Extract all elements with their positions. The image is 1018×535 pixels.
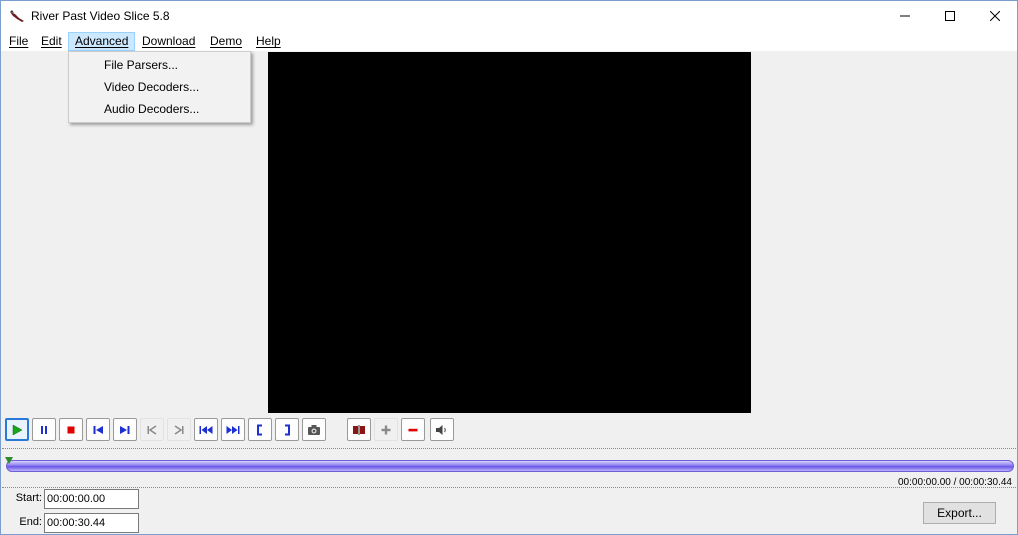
- advanced-dropdown-menu: File Parsers... Video Decoders... Audio …: [68, 51, 251, 123]
- maximize-button[interactable]: [927, 1, 973, 31]
- next-frame-button[interactable]: [113, 418, 137, 441]
- skip-end-icon: [174, 424, 184, 435]
- maximize-icon: [945, 11, 955, 21]
- fast-forward-button[interactable]: [221, 418, 245, 441]
- step-back-icon: [93, 425, 103, 434]
- export-button[interactable]: Export...: [923, 502, 996, 524]
- menu-file-label: File: [9, 34, 29, 48]
- playhead-marker[interactable]: [5, 457, 13, 464]
- play-icon: [12, 424, 23, 435]
- app-window: River Past Video Slice 5.8 File Edit Adv…: [0, 0, 1018, 535]
- pause-button[interactable]: [32, 418, 56, 441]
- close-button[interactable]: [972, 1, 1017, 31]
- go-to-start-mark-button[interactable]: [140, 418, 164, 441]
- stop-button[interactable]: [59, 418, 83, 441]
- menu-edit-label: Edit: [41, 34, 62, 48]
- stop-icon: [67, 426, 75, 433]
- speaker-icon: [436, 424, 446, 435]
- menu-item-file-parsers[interactable]: File Parsers...: [70, 54, 249, 76]
- step-forward-icon: [120, 425, 130, 434]
- app-logo-icon: [10, 10, 24, 22]
- snapshot-button[interactable]: [302, 418, 326, 441]
- end-label: End:: [19, 516, 42, 528]
- pause-icon: [41, 425, 47, 434]
- start-time-field[interactable]: [44, 489, 139, 509]
- fast-forward-icon: [226, 425, 240, 434]
- minimize-icon: [900, 15, 910, 17]
- minus-icon: [408, 428, 418, 431]
- volume-button[interactable]: [430, 418, 454, 441]
- time-readout: 00:00:00.00 / 00:00:30.44: [898, 477, 1012, 488]
- menu-file[interactable]: File: [3, 32, 34, 51]
- previous-frame-button[interactable]: [86, 418, 110, 441]
- rewind-icon: [199, 425, 213, 434]
- end-time-field[interactable]: [44, 513, 139, 533]
- menu-item-video-decoders[interactable]: Video Decoders...: [70, 76, 249, 98]
- menu-advanced-label: Advanced: [75, 34, 129, 48]
- go-to-end-mark-button[interactable]: [167, 418, 191, 441]
- video-preview[interactable]: [268, 52, 751, 413]
- menu-bar: File Edit Advanced Download Demo Help: [1, 31, 1017, 51]
- split-button[interactable]: [347, 418, 371, 441]
- timeline-slider[interactable]: [6, 460, 1014, 472]
- menu-demo[interactable]: Demo: [204, 32, 248, 51]
- camera-icon: [308, 424, 320, 435]
- timeline-panel: 00:00:00.00 / 00:00:30.44: [2, 448, 1017, 488]
- add-segment-button[interactable]: [374, 418, 398, 441]
- rewind-button[interactable]: [194, 418, 218, 441]
- menu-advanced[interactable]: Advanced: [68, 32, 136, 51]
- split-icon: [353, 424, 365, 435]
- menu-download[interactable]: Download: [136, 32, 201, 51]
- plus-icon: [381, 425, 391, 434]
- menu-demo-label: Demo: [210, 34, 243, 48]
- start-label: Start:: [15, 492, 42, 504]
- close-icon: [990, 11, 1000, 21]
- minimize-button[interactable]: [882, 1, 928, 31]
- title-bar[interactable]: River Past Video Slice 5.8: [1, 1, 1017, 31]
- bracket-close-icon: [285, 424, 290, 435]
- bracket-open-icon: [257, 424, 262, 435]
- window-title: River Past Video Slice 5.8: [31, 9, 170, 23]
- menu-help-label: Help: [256, 34, 281, 48]
- play-button[interactable]: [5, 418, 29, 441]
- skip-start-icon: [147, 424, 157, 435]
- mark-start-button[interactable]: [248, 418, 272, 441]
- remove-segment-button[interactable]: [401, 418, 425, 441]
- menu-item-audio-decoders[interactable]: Audio Decoders...: [70, 98, 249, 120]
- menu-download-label: Download: [142, 34, 196, 48]
- menu-edit[interactable]: Edit: [35, 32, 68, 51]
- menu-help[interactable]: Help: [250, 32, 287, 51]
- mark-end-button[interactable]: [275, 418, 299, 441]
